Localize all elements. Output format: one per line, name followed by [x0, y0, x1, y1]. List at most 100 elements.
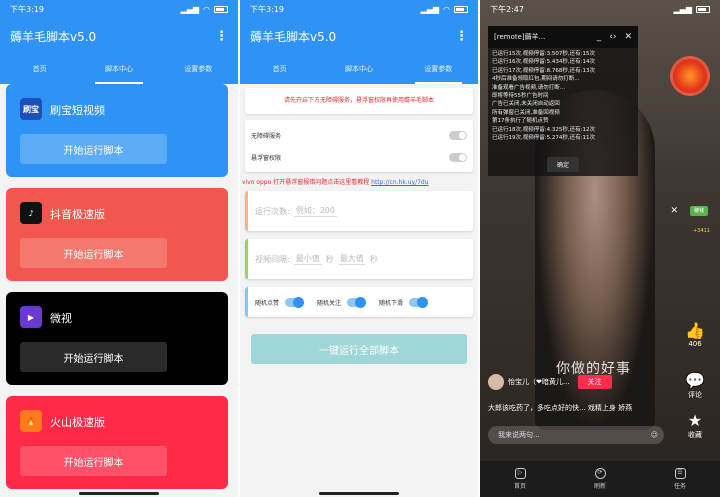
log-lines: 已运行15次,视频停留:3.507秒,还有:15次 已运行16次,视频停留:5.… — [488, 48, 638, 156]
run-count-box: 运行次数: 例如：200 — [245, 191, 473, 231]
app-header: 下午3:19 ▂▄▆ ◠ 薅羊毛脚本v5.0 ⋮ 首页 脚本中心 设置参数 — [240, 0, 478, 84]
max-interval-input[interactable]: 最大值 — [337, 253, 366, 265]
log-line: 即将等待55秒广告时间 — [492, 93, 549, 100]
tab-home[interactable]: 首页 — [240, 54, 319, 84]
status-bar: 下午3:19 ▂▄▆ ◠ — [240, 0, 478, 18]
home-indicator — [79, 492, 159, 495]
status-icons: ▂▄▆ ◠ — [421, 5, 468, 14]
log-window-title: [remote]薅羊... — [494, 33, 546, 41]
log-ok-button[interactable]: 确定 — [546, 157, 580, 172]
close-icon[interactable]: ✕ — [670, 206, 678, 216]
tab-script-center[interactable]: 脚本中心 — [319, 54, 398, 84]
app-card-shuabao: 刷宝 刷宝短视频 开始运行脚本 — [6, 84, 228, 177]
status-bar: 下午3:19 ▂▄▆ ◠ — [0, 0, 238, 18]
favorite-label: 收藏 — [688, 431, 702, 439]
author-row: 怡宝儿（❤暗黄儿... 关注 — [488, 374, 612, 390]
script-center-screen: 下午3:19 ▂▄▆ ◠ 薅羊毛脚本v5.0 ⋮ 首页 脚本中心 设置参数 刷宝… — [0, 0, 238, 497]
weishi-icon: ▶ — [20, 306, 42, 328]
start-script-button[interactable]: 开始运行脚本 — [20, 342, 167, 372]
permission-box: 无障碍服务 悬浮窗权限 — [245, 120, 473, 172]
interval-box: 视频间隔: 最小值 秒 最大值 秒 — [245, 239, 473, 279]
star-icon: ★ — [687, 411, 703, 430]
comment-label: 评论 — [688, 391, 702, 399]
nav-home[interactable]: ▷ 首页 — [480, 461, 560, 497]
random-like-toggle[interactable] — [285, 296, 305, 308]
float-window-toggle[interactable] — [449, 152, 467, 162]
more-menu-icon[interactable]: ⋮ — [455, 30, 468, 43]
random-options-box: 随机点赞 随机关注 随机下滑 — [245, 287, 473, 317]
status-time: 下午2:47 — [490, 4, 524, 14]
accessibility-toggle[interactable] — [449, 130, 467, 140]
resize-icon[interactable]: ‹› — [609, 32, 616, 42]
mini-earn-badge[interactable]: 赚钱 — [690, 206, 708, 216]
douyin-icon: ♪ — [20, 202, 42, 224]
comment-action[interactable]: 💬 评论 — [682, 372, 708, 400]
log-window-header: [remote]薅羊... _ ‹› ✕ — [488, 26, 638, 48]
start-script-button[interactable]: 开始运行脚本 — [20, 134, 167, 164]
follow-button[interactable]: 关注 — [577, 375, 612, 389]
log-line: 准备观看广告视频,请勿打断... — [492, 84, 565, 91]
app-header: 下午3:19 ▂▄▆ ◠ 薅羊毛脚本v5.0 ⋮ 首页 脚本中心 设置参数 — [0, 0, 238, 84]
run-count-input[interactable]: 例如：200 — [293, 205, 337, 217]
tab-settings[interactable]: 设置参数 — [159, 54, 238, 84]
tab-script-center[interactable]: 脚本中心 — [79, 54, 158, 84]
nav-home-label: 首页 — [513, 483, 526, 490]
favorite-action[interactable]: ★ 收藏 — [682, 412, 708, 440]
tab-home[interactable]: 首页 — [0, 54, 79, 84]
random-swipe-toggle[interactable] — [409, 296, 429, 308]
card-title: 抖音极速版 — [50, 208, 105, 221]
close-icon[interactable]: ✕ — [624, 32, 632, 42]
start-script-button[interactable]: 开始运行脚本 — [20, 446, 167, 476]
nav-refresh[interactable]: ⟳ 刷新 — [560, 461, 640, 497]
start-script-button[interactable]: 开始运行脚本 — [20, 238, 167, 268]
run-count-row: 运行次数: 例如：200 — [245, 191, 473, 231]
signal-icon: ▂▄▆ — [420, 4, 440, 14]
tab-bar: 首页 脚本中心 设置参数 — [240, 54, 478, 84]
more-menu-icon[interactable]: ⋮ — [215, 30, 228, 43]
huoshan-icon: 🔥 — [20, 410, 42, 432]
comment-icon: 💬 — [685, 371, 705, 390]
min-interval-input[interactable]: 最小值 — [293, 253, 322, 265]
log-line: 已运行16次,视频停留:5.434秒,还有:14次 — [492, 59, 595, 66]
accessibility-row: 无障碍服务 — [245, 124, 473, 146]
status-time: 下午3:19 — [10, 4, 44, 14]
random-like-label: 随机点赞 — [255, 299, 280, 307]
battery-icon — [214, 5, 228, 13]
emoji-icon[interactable]: ☺ — [651, 431, 658, 439]
status-icons: ▂▄▆ ◠ — [181, 5, 228, 14]
card-title: 微视 — [50, 312, 72, 325]
run-count-label: 运行次数: — [255, 206, 290, 216]
random-follow-toggle[interactable] — [347, 296, 367, 308]
interval-row: 视频间隔: 最小值 秒 最大值 秒 — [245, 239, 473, 279]
log-line: 4秒后准备领取红包,期间请勿打断... — [492, 76, 580, 83]
comment-placeholder: 我来说两句... — [498, 431, 540, 439]
like-count: 406 — [688, 340, 702, 348]
wifi-icon: ◠ — [203, 4, 210, 14]
accent-bar — [245, 287, 248, 317]
app-card-weishi: ▶ 微视 开始运行脚本 — [6, 292, 228, 385]
tutorial-link[interactable]: http://cn.hk.uy/7du — [371, 179, 428, 186]
red-packet-timer-icon[interactable] — [670, 56, 710, 96]
app-title: 薅羊毛脚本v5.0 — [250, 29, 337, 44]
home-indicator — [319, 492, 399, 495]
author-name[interactable]: 怡宝儿（❤暗黄儿... — [508, 377, 570, 387]
status-icons: ▂▄▆ — [674, 5, 710, 14]
avatar[interactable] — [488, 374, 504, 390]
app-card-huoshan: 🔥 火山极速版 开始运行脚本 — [6, 396, 228, 489]
thumb-up-icon: 👍 — [685, 321, 705, 340]
nav-tasks[interactable]: ☰ 任务 — [640, 461, 720, 497]
tab-bar: 首页 脚本中心 设置参数 — [0, 54, 238, 84]
accent-bar — [245, 191, 248, 231]
comment-input[interactable]: 我来说两句... ☺ — [488, 426, 664, 444]
minimize-icon[interactable]: _ — [597, 32, 602, 42]
app-title-bar: 薅羊毛脚本v5.0 ⋮ — [0, 18, 238, 54]
random-options-row: 随机点赞 随机关注 随机下滑 — [245, 287, 473, 317]
video-screen: 下午2:47 ▂▄▆ [remote]薅羊... _ ‹› ✕ 已运行15次,视… — [480, 0, 720, 497]
status-time: 下午3:19 — [250, 4, 284, 14]
run-all-button[interactable]: 一键运行全部脚本 — [251, 334, 467, 364]
like-action[interactable]: 👍 406 — [682, 321, 708, 349]
log-line: 已运行19次,视频停留:5.274秒,还有:11次 — [492, 135, 595, 142]
tab-settings[interactable]: 设置参数 — [399, 54, 478, 84]
shuabao-icon: 刷宝 — [20, 98, 42, 120]
status-bar: 下午2:47 ▂▄▆ — [480, 0, 720, 18]
